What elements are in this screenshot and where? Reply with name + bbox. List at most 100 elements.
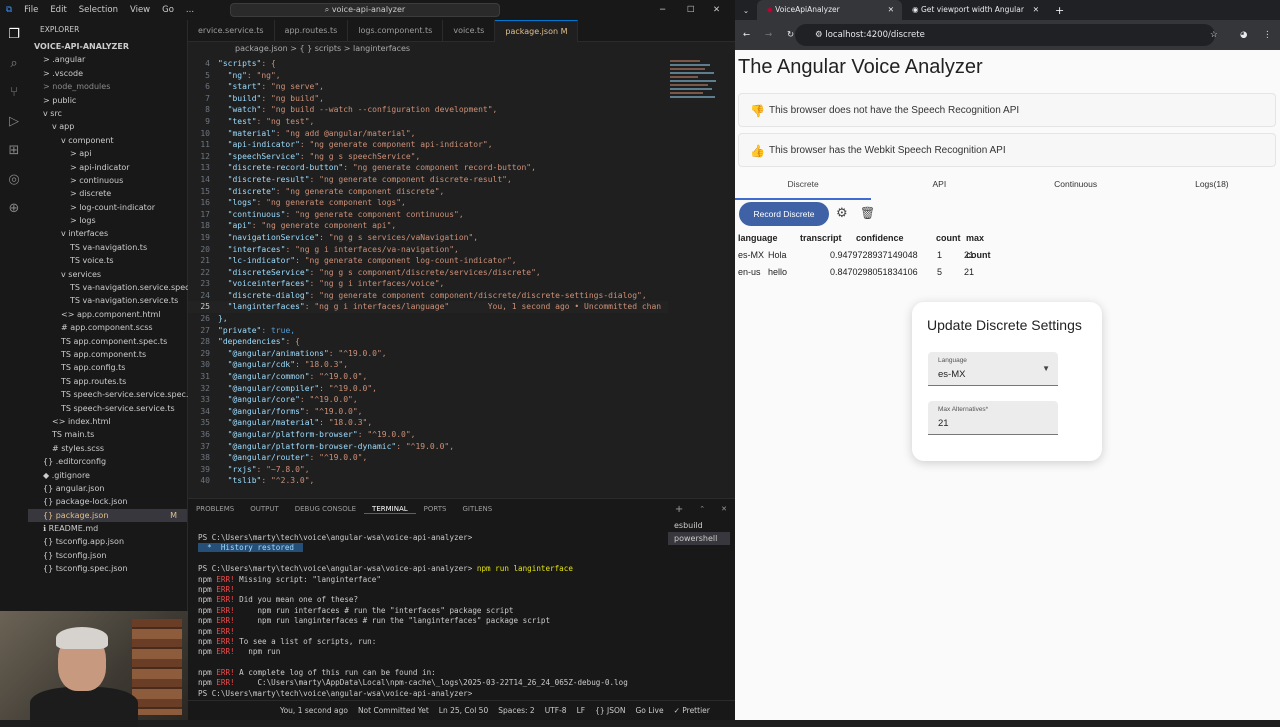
tree-item[interactable]: TS app.component.spec.ts xyxy=(28,335,187,348)
panel-tab-problems[interactable]: PROBLEMS xyxy=(188,505,242,513)
tab-search-icon[interactable]: ⌄ xyxy=(735,6,757,15)
command-center[interactable]: ⌕ voice-api-analyzer xyxy=(230,3,500,17)
reload-icon[interactable]: ↻ xyxy=(787,30,794,40)
forward-icon[interactable]: → xyxy=(765,30,772,40)
tree-item[interactable]: > log-count-indicator xyxy=(28,201,187,214)
close-icon[interactable]: ✕ xyxy=(713,5,720,15)
tree-item[interactable]: # styles.scss xyxy=(28,442,187,455)
tree-item[interactable]: TS va-navigation.service.ts xyxy=(28,294,187,307)
nav-tab-api[interactable]: API xyxy=(871,173,1007,200)
settings-gear-icon[interactable]: ⚙ xyxy=(836,206,848,221)
tab-speech-service[interactable]: ervice.service.ts xyxy=(188,19,275,42)
tree-item[interactable]: {} tsconfig.spec.json xyxy=(28,562,187,575)
tree-item[interactable]: > public xyxy=(28,94,187,107)
url-input[interactable]: ⚙ localhost:4200/discrete xyxy=(795,24,1215,46)
panel-tab-debug-console[interactable]: DEBUG CONSOLE xyxy=(287,505,364,513)
tree-item[interactable]: > api xyxy=(28,147,187,160)
code-editor[interactable]: 4 "scripts": {5 "ng": "ng", 6 "start": "ng… xyxy=(188,58,668,498)
tree-item[interactable]: TS speech-service.service.spec.ts xyxy=(28,388,196,401)
tab-package-json[interactable]: package.json M xyxy=(495,19,579,42)
status-item[interactable]: Spaces: 2 xyxy=(493,706,539,715)
status-item[interactable]: Not Committed Yet xyxy=(353,706,434,715)
nav-tab-logs[interactable]: Logs(18) xyxy=(1144,173,1280,200)
new-tab-icon[interactable]: + xyxy=(1047,4,1072,17)
status-item[interactable]: Go Live xyxy=(630,706,668,715)
remote-icon[interactable]: ◎ xyxy=(0,165,28,194)
delete-trash-icon[interactable]: 🗑 xyxy=(860,206,875,220)
tree-item[interactable]: TS va-navigation.service.spec.ts xyxy=(28,281,199,294)
status-item[interactable]: LF xyxy=(572,706,591,715)
tree-item[interactable]: <> index.html xyxy=(28,415,187,428)
browser-tab-viewport[interactable]: ◉ Get viewport width Angular ✕ xyxy=(902,0,1047,20)
tree-item[interactable]: {} tsconfig.json xyxy=(28,549,187,562)
tree-item[interactable]: v src xyxy=(28,107,187,120)
menu-file[interactable]: File xyxy=(18,5,44,15)
source-control-icon[interactable]: ⑂ xyxy=(0,78,28,107)
record-discrete-button[interactable]: Record Discrete xyxy=(739,202,829,226)
menu-view[interactable]: View xyxy=(124,5,156,15)
close-tab-icon[interactable]: ✕ xyxy=(888,0,894,20)
minimap[interactable] xyxy=(668,58,728,178)
tree-item[interactable]: TS app.component.ts xyxy=(28,348,187,361)
terminal-esbuild[interactable]: esbuild xyxy=(668,519,730,532)
more-menu-icon[interactable]: ⋮ xyxy=(1263,30,1272,40)
close-tab-icon[interactable]: ✕ xyxy=(1033,0,1039,20)
panel-tab-output[interactable]: OUTPUT xyxy=(242,505,287,513)
browser-tab-voiceapianalyzer[interactable]: ◆ VoiceApiAnalyzer ✕ xyxy=(757,0,902,20)
tree-item[interactable]: > continuous xyxy=(28,174,187,187)
tab-logs-component[interactable]: logs.component.ts xyxy=(348,19,444,42)
tree-item[interactable]: ℹ README.md xyxy=(28,522,187,535)
tab-app-routes[interactable]: app.routes.ts xyxy=(275,19,349,42)
status-item[interactable]: {} JSON xyxy=(590,706,630,715)
tree-item[interactable]: VOICE-API-ANALYZER xyxy=(28,40,187,53)
tree-item[interactable]: {} package.json M xyxy=(28,508,187,523)
tree-item[interactable]: TS voice.ts xyxy=(28,254,187,267)
terminal-output[interactable]: PS C:\Users\marty\tech\voice\angular-wsa… xyxy=(198,533,658,699)
terminal-powershell[interactable]: powershell xyxy=(668,532,730,545)
extensions-icon[interactable]: ⊞ xyxy=(0,136,28,165)
minimize-icon[interactable]: ─ xyxy=(660,5,665,15)
tree-item[interactable]: > api-indicator xyxy=(28,161,187,174)
nav-tab-discrete[interactable]: Discrete xyxy=(735,173,872,200)
menu-edit[interactable]: Edit xyxy=(44,5,72,15)
breadcrumb[interactable]: package.json > { } scripts > langinterfa… xyxy=(188,42,735,55)
search-icon[interactable]: ⌕ xyxy=(0,49,28,78)
maximize-icon[interactable]: ☐ xyxy=(687,5,695,15)
tree-item[interactable]: ◆ .gitignore xyxy=(28,469,187,482)
tab-voice[interactable]: voice.ts xyxy=(443,19,496,42)
tree-item[interactable]: v app xyxy=(28,120,187,133)
gitlens-icon[interactable]: ⊕ xyxy=(0,194,28,223)
tree-item[interactable]: {} .editorconfig xyxy=(28,455,187,468)
tree-item[interactable]: > .vscode xyxy=(28,67,187,80)
max-alternatives-field[interactable]: Max Alternatives* 21 xyxy=(928,401,1058,435)
bookmark-star-icon[interactable]: ☆ xyxy=(1210,30,1218,40)
tree-item[interactable]: # app.component.scss xyxy=(28,321,187,334)
tree-item[interactable]: > logs xyxy=(28,214,187,227)
tree-item[interactable]: > node_modules xyxy=(28,80,187,93)
tree-item[interactable]: v interfaces xyxy=(28,227,187,240)
chevron-up-icon[interactable]: ⌃ xyxy=(691,505,713,513)
panel-tab-ports[interactable]: PORTS xyxy=(416,505,455,513)
tree-item[interactable]: TS main.ts xyxy=(28,428,187,441)
status-item[interactable]: UTF-8 xyxy=(540,706,572,715)
tree-item[interactable]: TS speech-service.service.ts xyxy=(28,402,187,415)
status-item[interactable]: Ln 25, Col 50 xyxy=(434,706,493,715)
tree-item[interactable]: {} angular.json xyxy=(28,482,187,495)
tree-item[interactable]: <> app.component.html xyxy=(28,308,187,321)
panel-tab-gitlens[interactable]: GITLENS xyxy=(454,505,500,513)
tree-item[interactable]: {} package-lock.json xyxy=(28,495,187,508)
back-icon[interactable]: ← xyxy=(743,30,750,40)
menu-go[interactable]: Go xyxy=(156,5,180,15)
panel-tab-terminal[interactable]: TERMINAL xyxy=(364,505,416,514)
tree-item[interactable]: {} tsconfig.app.json xyxy=(28,535,187,548)
tree-item[interactable]: v component xyxy=(28,134,187,147)
menu-selection[interactable]: Selection xyxy=(73,5,124,15)
profile-avatar[interactable]: ◕ xyxy=(1240,30,1247,40)
status-item[interactable]: ✓ Prettier xyxy=(669,706,715,715)
files-icon[interactable]: ❐ xyxy=(0,20,28,49)
menu-more[interactable]: ... xyxy=(180,5,200,15)
close-panel-icon[interactable]: ✕ xyxy=(713,505,735,513)
run-debug-icon[interactable]: ▷ xyxy=(0,107,28,136)
new-terminal-icon[interactable]: + xyxy=(667,504,691,515)
language-select[interactable]: Language es-MX ▼ xyxy=(928,352,1058,386)
